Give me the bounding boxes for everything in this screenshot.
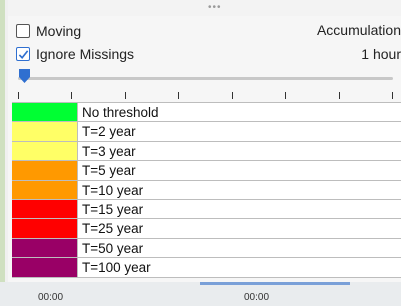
threshold-legend-table: No threshold T=2 year T=3 year T=5 year T=10… [12, 102, 401, 278]
checkmark-icon [18, 49, 28, 59]
slider-ticks [8, 92, 401, 100]
map-background-strip [0, 0, 5, 306]
legend-row: T=2 year [12, 122, 401, 142]
accumulation-label: Accumulation [316, 22, 401, 38]
moving-label[interactable]: Moving [36, 23, 81, 39]
legend-label: T=15 year [82, 201, 144, 217]
slider-tick [232, 92, 233, 99]
time-slider-track[interactable] [18, 77, 393, 80]
options-panel: Moving Ignore Missings Accumulation 1 ho… [8, 16, 401, 282]
slider-tick [18, 92, 19, 99]
legend-row: T=3 year [12, 141, 401, 162]
ignore-missings-checkbox-row[interactable]: Ignore Missings [16, 45, 134, 63]
panel-drag-bar[interactable]: ••• [8, 0, 401, 17]
legend-row: No threshold [12, 103, 401, 123]
accumulation-value[interactable]: 1 hour [361, 46, 401, 62]
legend-row: T=15 year [12, 199, 401, 220]
timeline-label: 00:00 [244, 292, 270, 303]
slider-tick [339, 92, 340, 99]
legend-color-swatch [12, 103, 78, 122]
slider-tick [71, 92, 72, 99]
legend-row: T=5 year [12, 161, 401, 181]
legend-label: T=2 year [82, 124, 136, 140]
legend-label: T=5 year [82, 163, 136, 179]
ignore-missings-label[interactable]: Ignore Missings [36, 46, 134, 62]
legend-row: T=10 year [12, 180, 401, 200]
legend-color-swatch [12, 180, 78, 199]
threshold-panel-window: ••• Moving Ignore Missings Accumulation … [0, 0, 401, 306]
grip-dots-icon[interactable]: ••• [208, 3, 222, 13]
legend-label: T=50 year [82, 240, 144, 256]
legend-row: T=50 year [12, 238, 401, 259]
legend-row: T=100 year [12, 258, 401, 278]
legend-color-swatch [12, 258, 78, 277]
slider-tick [178, 92, 179, 99]
legend-color-swatch [12, 199, 78, 219]
legend-color-swatch [12, 141, 78, 161]
slider-tick [125, 92, 126, 99]
legend-label: T=10 year [82, 182, 144, 198]
legend-row: T=25 year [12, 219, 401, 239]
ignore-missings-checkbox[interactable] [16, 47, 30, 61]
legend-color-swatch [12, 161, 78, 180]
legend-color-swatch [12, 238, 78, 258]
legend-label: No threshold [82, 105, 159, 120]
legend-label: T=25 year [82, 221, 144, 237]
legend-label: T=3 year [82, 143, 136, 159]
legend-color-swatch [12, 122, 78, 141]
timeline-label: 00:00 [38, 292, 64, 303]
moving-checkbox[interactable] [16, 24, 30, 38]
slider-tick [285, 92, 286, 99]
slider-tick [392, 92, 393, 99]
moving-checkbox-row[interactable]: Moving [16, 22, 81, 40]
legend-color-swatch [12, 219, 78, 238]
legend-label: T=100 year [82, 260, 151, 276]
slider-thumb-handle[interactable] [18, 68, 31, 84]
timeline-scroll-indicator[interactable] [200, 282, 350, 285]
